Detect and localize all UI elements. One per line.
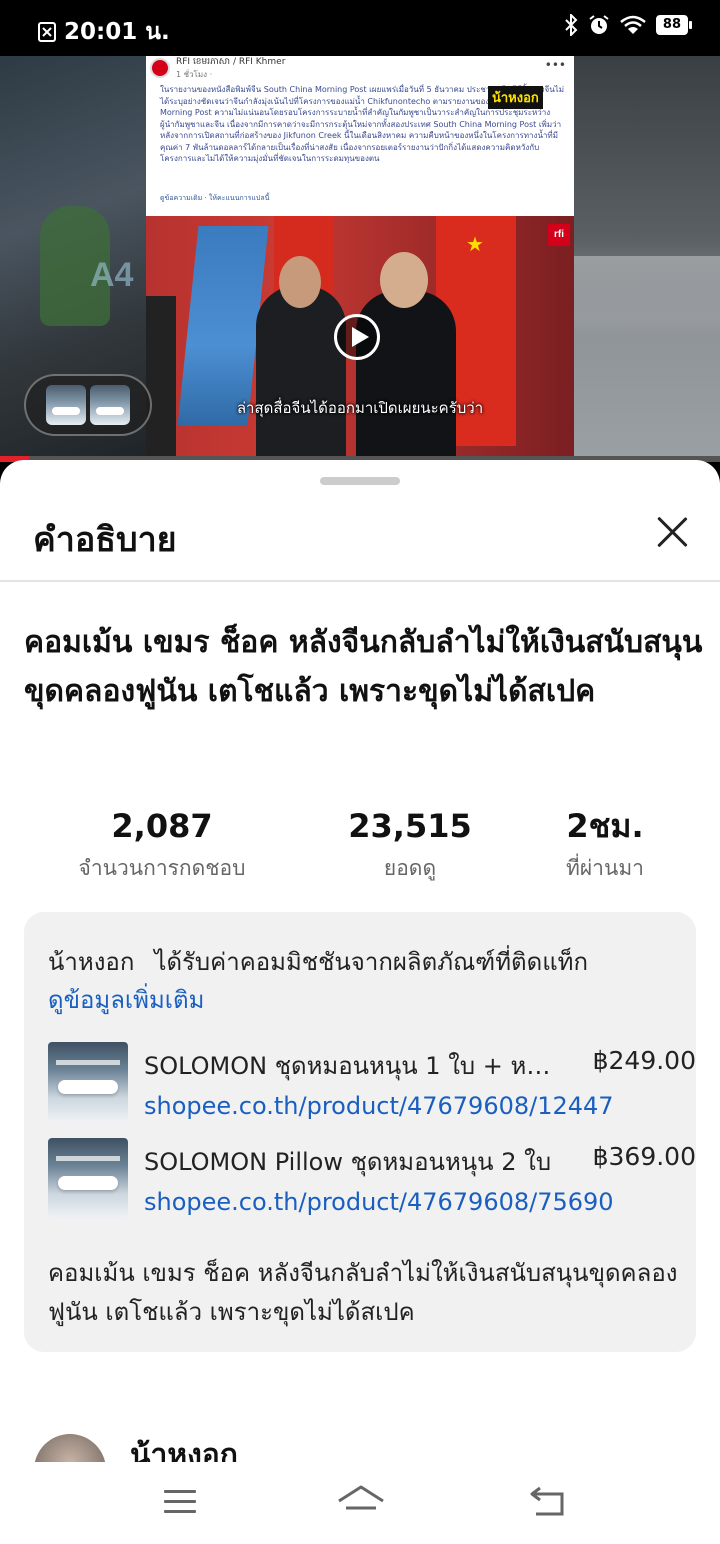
views-stat: 23,515 ยอดดู (330, 806, 490, 885)
status-time: 20:01 (64, 19, 138, 45)
overlay-tag: น้าหงอก (488, 86, 543, 109)
likes-count: 2,087 (111, 807, 213, 845)
product-image (48, 1042, 128, 1122)
video-description: คอมเม้น เขมร ช็อค หลังจีนกลับลำไม่ให้เงิ… (48, 1259, 678, 1326)
more-info-link[interactable]: ดูข้อมูลเพิ่มเติม (48, 980, 204, 1019)
battery-tip (689, 21, 692, 29)
more-dots-icon: ••• (544, 58, 566, 72)
person-left-head (279, 256, 321, 308)
play-icon[interactable] (334, 314, 380, 360)
close-icon[interactable] (654, 514, 690, 550)
system-navigation-bar (0, 1462, 720, 1544)
product-thumbnail (46, 385, 86, 425)
affiliate-notice: น้าหงอก ได้รับค่าคอมมิชชันจากผลิตภัณฑ์ที่… (48, 942, 588, 981)
notification-icon (38, 22, 56, 42)
post-header: RFI ខេមរភាសា / RFI Khmer 1 ชั่วโมง · ••• (146, 56, 574, 86)
product-price: ฿369.00 (592, 1142, 696, 1171)
person-right (356, 291, 456, 462)
rfi-badge-icon: rfi (548, 224, 570, 246)
creator-name: น้าหงอก (48, 948, 135, 976)
affiliate-text: ได้รับค่าคอมมิชชันจากผลิตภัณฑ์ที่ติดแท็ก (154, 948, 589, 976)
description-card: น้าหงอก ได้รับค่าคอมมิชชันจากผลิตภัณฑ์ที่… (24, 912, 696, 1352)
status-time-suffix: น. (145, 19, 170, 45)
post-time: 1 ชั่วโมง · (176, 70, 213, 79)
menu-icon[interactable] (162, 1486, 200, 1516)
rfi-logo-icon (150, 58, 170, 78)
age-label: ที่ผ่านมา (566, 856, 644, 880)
product-name: SOLOMON Pillow ชุดหมอนหนุน 2 ใบ (144, 1148, 552, 1176)
likes-label: จำนวนการกดชอบ (78, 856, 246, 880)
status-right: 88 (564, 14, 692, 36)
video-stats: 2,087 จำนวนการกดชอบ 23,515 ยอดดู 2ชม. ที… (0, 806, 720, 886)
battery-icon: 88 (655, 15, 692, 35)
home-icon[interactable] (336, 1484, 386, 1520)
product-image (48, 1138, 128, 1218)
divider (0, 580, 720, 582)
status-left: 20:01 น. (38, 14, 170, 50)
age-value: 2ชม. (566, 807, 644, 845)
battery-level: 88 (655, 15, 688, 35)
product-name: SOLOMON ชุดหมอนหนุน 1 ใบ + หมอนข้าง 1 ใบ (144, 1052, 554, 1080)
views-count: 23,515 (348, 807, 472, 845)
background-water (574, 256, 720, 336)
status-bar: 20:01 น. 88 (0, 0, 720, 56)
sheet-title: คำอธิบาย (33, 520, 177, 560)
back-icon[interactable] (528, 1486, 570, 1518)
product-thumbnails-button[interactable] (24, 374, 152, 436)
video-title: คอมเม้น เขมร ช็อค หลังจีนกลับลำไม่ให้เงิ… (24, 625, 703, 709)
product-thumbnail (90, 385, 130, 425)
bluetooth-icon (565, 14, 578, 36)
product-item[interactable]: SOLOMON ชุดหมอนหนุน 1 ใบ + หมอนข้าง 1 ใบ… (48, 1042, 696, 1122)
alarm-icon (589, 15, 609, 34)
post-see-original: ดูข้อความเดิม · ให้คะแนนการแปลนี้ (160, 194, 270, 202)
avatar[interactable] (34, 1434, 106, 1462)
views-label: ยอดดู (383, 856, 437, 880)
age-stat: 2ชม. ที่ผ่านมา (535, 806, 675, 885)
video-player[interactable]: A4 RFI ខេមរភាសា / RFI Khmer 1 ชั่วโมง · … (0, 56, 720, 462)
person-right-head (380, 252, 428, 308)
product-item[interactable]: SOLOMON Pillow ชุดหมอนหนุน 2 ใบ ฿369.00 … (48, 1138, 696, 1218)
product-link[interactable]: shopee.co.th/product/47679608/75690 (144, 1188, 666, 1216)
likes-stat: 2,087 จำนวนการกดชอบ (62, 806, 262, 885)
person-left (256, 286, 346, 462)
drag-handle[interactable] (320, 477, 400, 485)
background-sign: A4 (90, 256, 134, 294)
description-sheet: คำอธิบาย คอมเม้น เขมร ช็อค หลังจีนกลับลำ… (0, 460, 720, 1462)
channel-name[interactable]: น้าหงอก (130, 1432, 238, 1462)
channel-row[interactable]: น้าหงอก (0, 1420, 720, 1462)
product-link[interactable]: shopee.co.th/product/47679608/12447 (144, 1092, 666, 1120)
flag-stars: ★ (466, 232, 484, 256)
wifi-icon (620, 15, 646, 34)
background-person (146, 296, 176, 462)
product-price: ฿249.00 (592, 1046, 696, 1075)
